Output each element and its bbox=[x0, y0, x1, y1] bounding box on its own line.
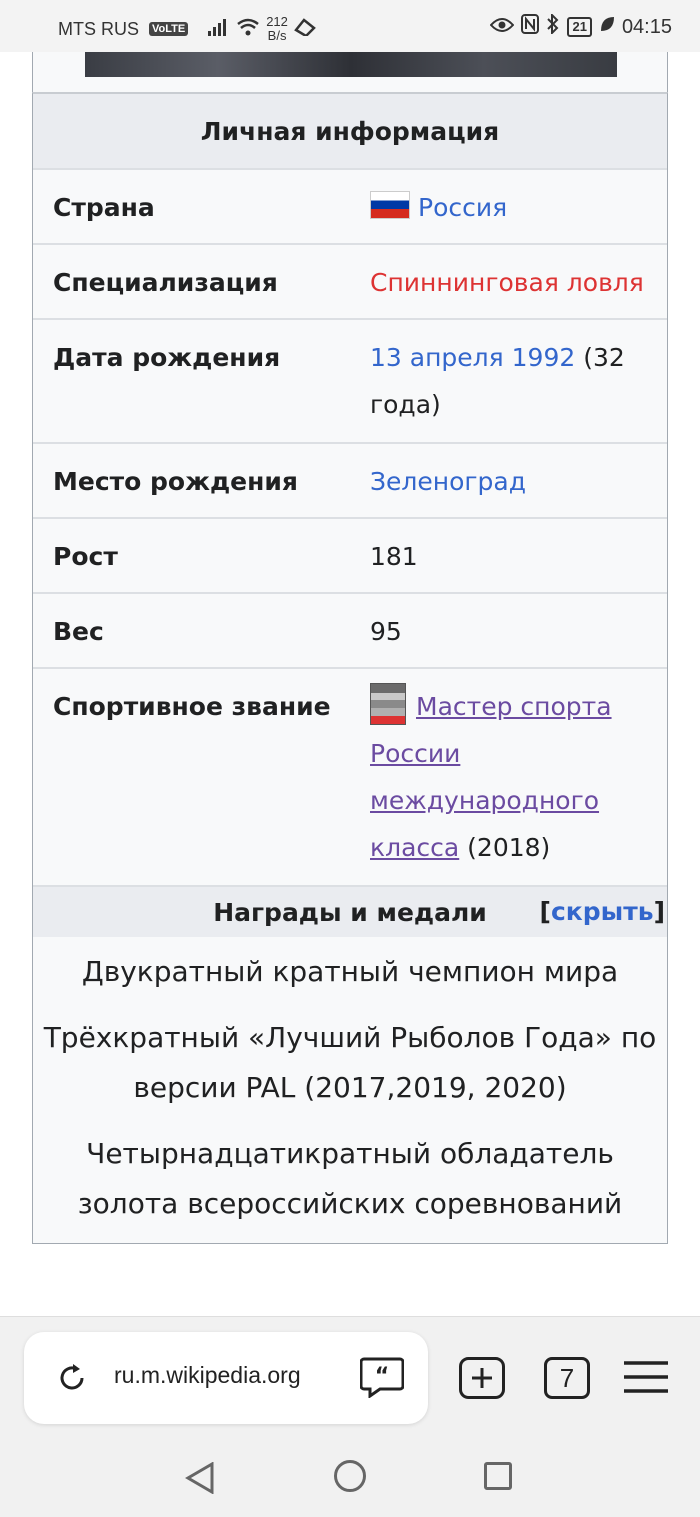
row-country: Страна Россия bbox=[33, 170, 667, 245]
row-sport-title: Спортивное звание Мастер спорта России м… bbox=[33, 669, 667, 887]
row-value: Россия bbox=[350, 170, 667, 243]
status-left: MTS RUS VoLTE 212 B/s bbox=[58, 15, 316, 43]
row-label: Дата рождения bbox=[53, 343, 281, 372]
net-speed-value: 212 bbox=[266, 14, 288, 29]
section-title: Личная информация bbox=[33, 94, 667, 170]
network-speed: 212 B/s bbox=[266, 15, 288, 43]
birth-place-link[interactable]: Зеленоград bbox=[370, 467, 526, 496]
award-item: Трёхкратный «Лучший Рыболов Года» по вер… bbox=[43, 1021, 657, 1104]
row-label: Рост bbox=[53, 542, 118, 571]
country-link[interactable]: Россия bbox=[418, 193, 507, 222]
svg-text:“: “ bbox=[375, 1364, 389, 1389]
sport-title-year: (2018) bbox=[459, 833, 551, 862]
row-weight: Вес 95 bbox=[33, 594, 667, 669]
nfc-icon bbox=[521, 14, 540, 40]
battery-indicator: 21 bbox=[567, 17, 592, 37]
row-birth-place: Место рождения Зеленоград bbox=[33, 444, 667, 519]
specialization-link[interactable]: Спиннинговая ловля bbox=[370, 268, 644, 297]
row-value: Мастер спорта России международного клас… bbox=[350, 669, 667, 885]
carrier-name: MTS RUS bbox=[58, 18, 139, 39]
wifi-icon bbox=[236, 18, 260, 41]
menu-icon[interactable] bbox=[622, 1357, 670, 1397]
awards-list: Двукратный кратный чемпион мира Трёхкрат… bbox=[33, 937, 667, 1243]
home-icon[interactable] bbox=[334, 1460, 366, 1492]
toggle-close-bracket: ] bbox=[653, 897, 665, 926]
row-value: Спиннинговая ловля bbox=[350, 245, 667, 318]
volte-badge: VoLTE bbox=[149, 22, 189, 36]
signal-icon bbox=[208, 18, 230, 41]
address-bar[interactable]: ru.m.wikipedia.org “ bbox=[24, 1332, 428, 1424]
reload-icon[interactable] bbox=[54, 1360, 90, 1396]
row-label: Специализация bbox=[53, 268, 278, 297]
birth-date-link[interactable]: 13 апреля 1992 bbox=[370, 343, 575, 372]
awards-header: Награды и медали [скрыть] bbox=[33, 887, 667, 937]
data-saver-icon bbox=[294, 17, 316, 41]
row-value: 95 bbox=[370, 617, 402, 646]
row-value: Зеленоград bbox=[350, 444, 667, 517]
hide-link[interactable]: скрыть bbox=[551, 897, 654, 926]
row-label: Место рождения bbox=[53, 467, 298, 496]
recent-apps-icon[interactable] bbox=[484, 1462, 512, 1490]
award-item: Четырнадцатикратный обладатель золота вс… bbox=[77, 1137, 623, 1220]
athlete-photo[interactable] bbox=[85, 52, 617, 77]
tab-count-button[interactable]: 7 bbox=[544, 1357, 590, 1399]
row-value: 181 bbox=[370, 542, 418, 571]
back-icon[interactable] bbox=[184, 1461, 216, 1499]
bluetooth-icon bbox=[546, 12, 560, 40]
master-of-sport-badge-icon[interactable] bbox=[370, 683, 406, 725]
new-tab-icon[interactable] bbox=[459, 1357, 505, 1399]
awards-toggle[interactable]: [скрыть] bbox=[540, 897, 665, 926]
leaf-icon bbox=[599, 15, 615, 39]
row-label: Страна bbox=[53, 193, 155, 222]
status-right: 21 04:15 bbox=[490, 12, 672, 40]
status-bar: MTS RUS VoLTE 212 B/s 21 04:15 bbox=[0, 0, 700, 52]
clock-time: 04:15 bbox=[621, 15, 672, 38]
row-height: Рост 181 bbox=[33, 519, 667, 594]
system-nav-bar bbox=[0, 1436, 700, 1517]
net-speed-unit: B/s bbox=[267, 28, 287, 43]
browser-toolbar: ru.m.wikipedia.org “ bbox=[0, 1316, 700, 1436]
row-label: Спортивное звание bbox=[53, 692, 331, 721]
infobox: Личная информация Страна Россия Специали… bbox=[32, 92, 668, 1244]
eye-icon bbox=[490, 16, 515, 39]
russia-flag-icon[interactable] bbox=[370, 191, 410, 219]
row-label: Вес bbox=[53, 617, 104, 646]
row-specialization: Специализация Спиннинговая ловля bbox=[33, 245, 667, 320]
toggle-open-bracket: [ bbox=[539, 897, 551, 926]
row-birth-date: Дата рождения 13 апреля 1992 (32 года) bbox=[33, 320, 667, 444]
awards-title: Награды и медали bbox=[213, 897, 487, 927]
award-item: Двукратный кратный чемпион мира bbox=[81, 955, 619, 988]
row-value: 13 апреля 1992 (32 года) bbox=[350, 320, 667, 442]
url-text[interactable]: ru.m.wikipedia.org bbox=[114, 1362, 301, 1389]
infobox-photo-area bbox=[32, 52, 668, 92]
reader-quote-icon[interactable]: “ bbox=[359, 1356, 405, 1399]
